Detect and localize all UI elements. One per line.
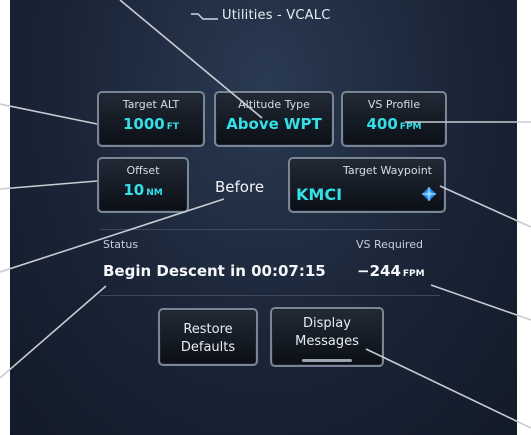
restore-defaults-button[interactable]: Restore Defaults [158, 308, 258, 366]
vcalc-icon [191, 13, 218, 20]
offset-label: Offset [126, 164, 160, 177]
waypoint-diamond-icon [422, 187, 436, 201]
messages-indicator-bar [302, 359, 352, 362]
vs-required-number: −244 [357, 262, 401, 280]
offset-mode-text: Before [215, 178, 265, 196]
target-alt-button[interactable]: Target ALT 1000 FT [97, 91, 205, 147]
restore-defaults-line2: Defaults [180, 340, 236, 355]
offset-value: 10 NM [99, 181, 187, 199]
vs-profile-number: 400 [366, 115, 398, 133]
target-alt-value: 1000 FT [99, 115, 203, 133]
status-label: Status [103, 238, 139, 251]
display-messages-button[interactable]: Display Messages [270, 307, 384, 367]
target-alt-label: Target ALT [122, 98, 180, 111]
offset-number: 10 [123, 181, 145, 199]
target-waypoint-label: Target Waypoint [342, 164, 432, 177]
vs-profile-label: VS Profile [367, 98, 421, 111]
vs-profile-button[interactable]: VS Profile 400 FPM [341, 91, 447, 147]
restore-defaults-line1: Restore [183, 322, 233, 337]
target-alt-unit: FT [166, 122, 180, 132]
vs-required-value: −244 FPM [357, 262, 425, 280]
vs-required-unit: FPM [402, 269, 425, 279]
callout-line-target-alt [0, 103, 98, 125]
callout-lines [0, 0, 531, 429]
right-margin [517, 0, 531, 435]
target-waypoint-button[interactable]: Target Waypoint KMCI [288, 157, 446, 213]
status-value: Begin Descent in 00:07:15 [103, 262, 326, 280]
callout-line-display-messages [365, 348, 531, 429]
display-messages-line2: Messages [295, 334, 359, 349]
callout-line-offset [0, 180, 98, 190]
vs-required-label: VS Required [356, 238, 423, 251]
divider-bottom [100, 295, 440, 296]
display-messages-line1: Display [303, 316, 351, 331]
altitude-type-label: Altitude Type [238, 98, 310, 111]
altitude-type-button[interactable]: Altitude Type Above WPT [214, 91, 334, 147]
target-alt-number: 1000 [122, 115, 165, 133]
left-margin [0, 0, 10, 435]
callout-line-status [0, 285, 107, 379]
vcalc-screen: Utilities - VCALC Target ALT 1000 FT Alti… [0, 0, 531, 435]
page-title: Utilities - VCALC [222, 8, 331, 23]
callout-line-vs-required [430, 284, 531, 321]
divider-top [100, 229, 440, 230]
vs-profile-unit: FPM [399, 122, 422, 132]
target-waypoint-value: KMCI [296, 185, 343, 204]
vs-profile-value: 400 FPM [343, 115, 445, 133]
altitude-type-value: Above WPT [226, 115, 322, 133]
offset-button[interactable]: Offset 10 NM [97, 157, 189, 213]
offset-unit: NM [146, 188, 163, 198]
